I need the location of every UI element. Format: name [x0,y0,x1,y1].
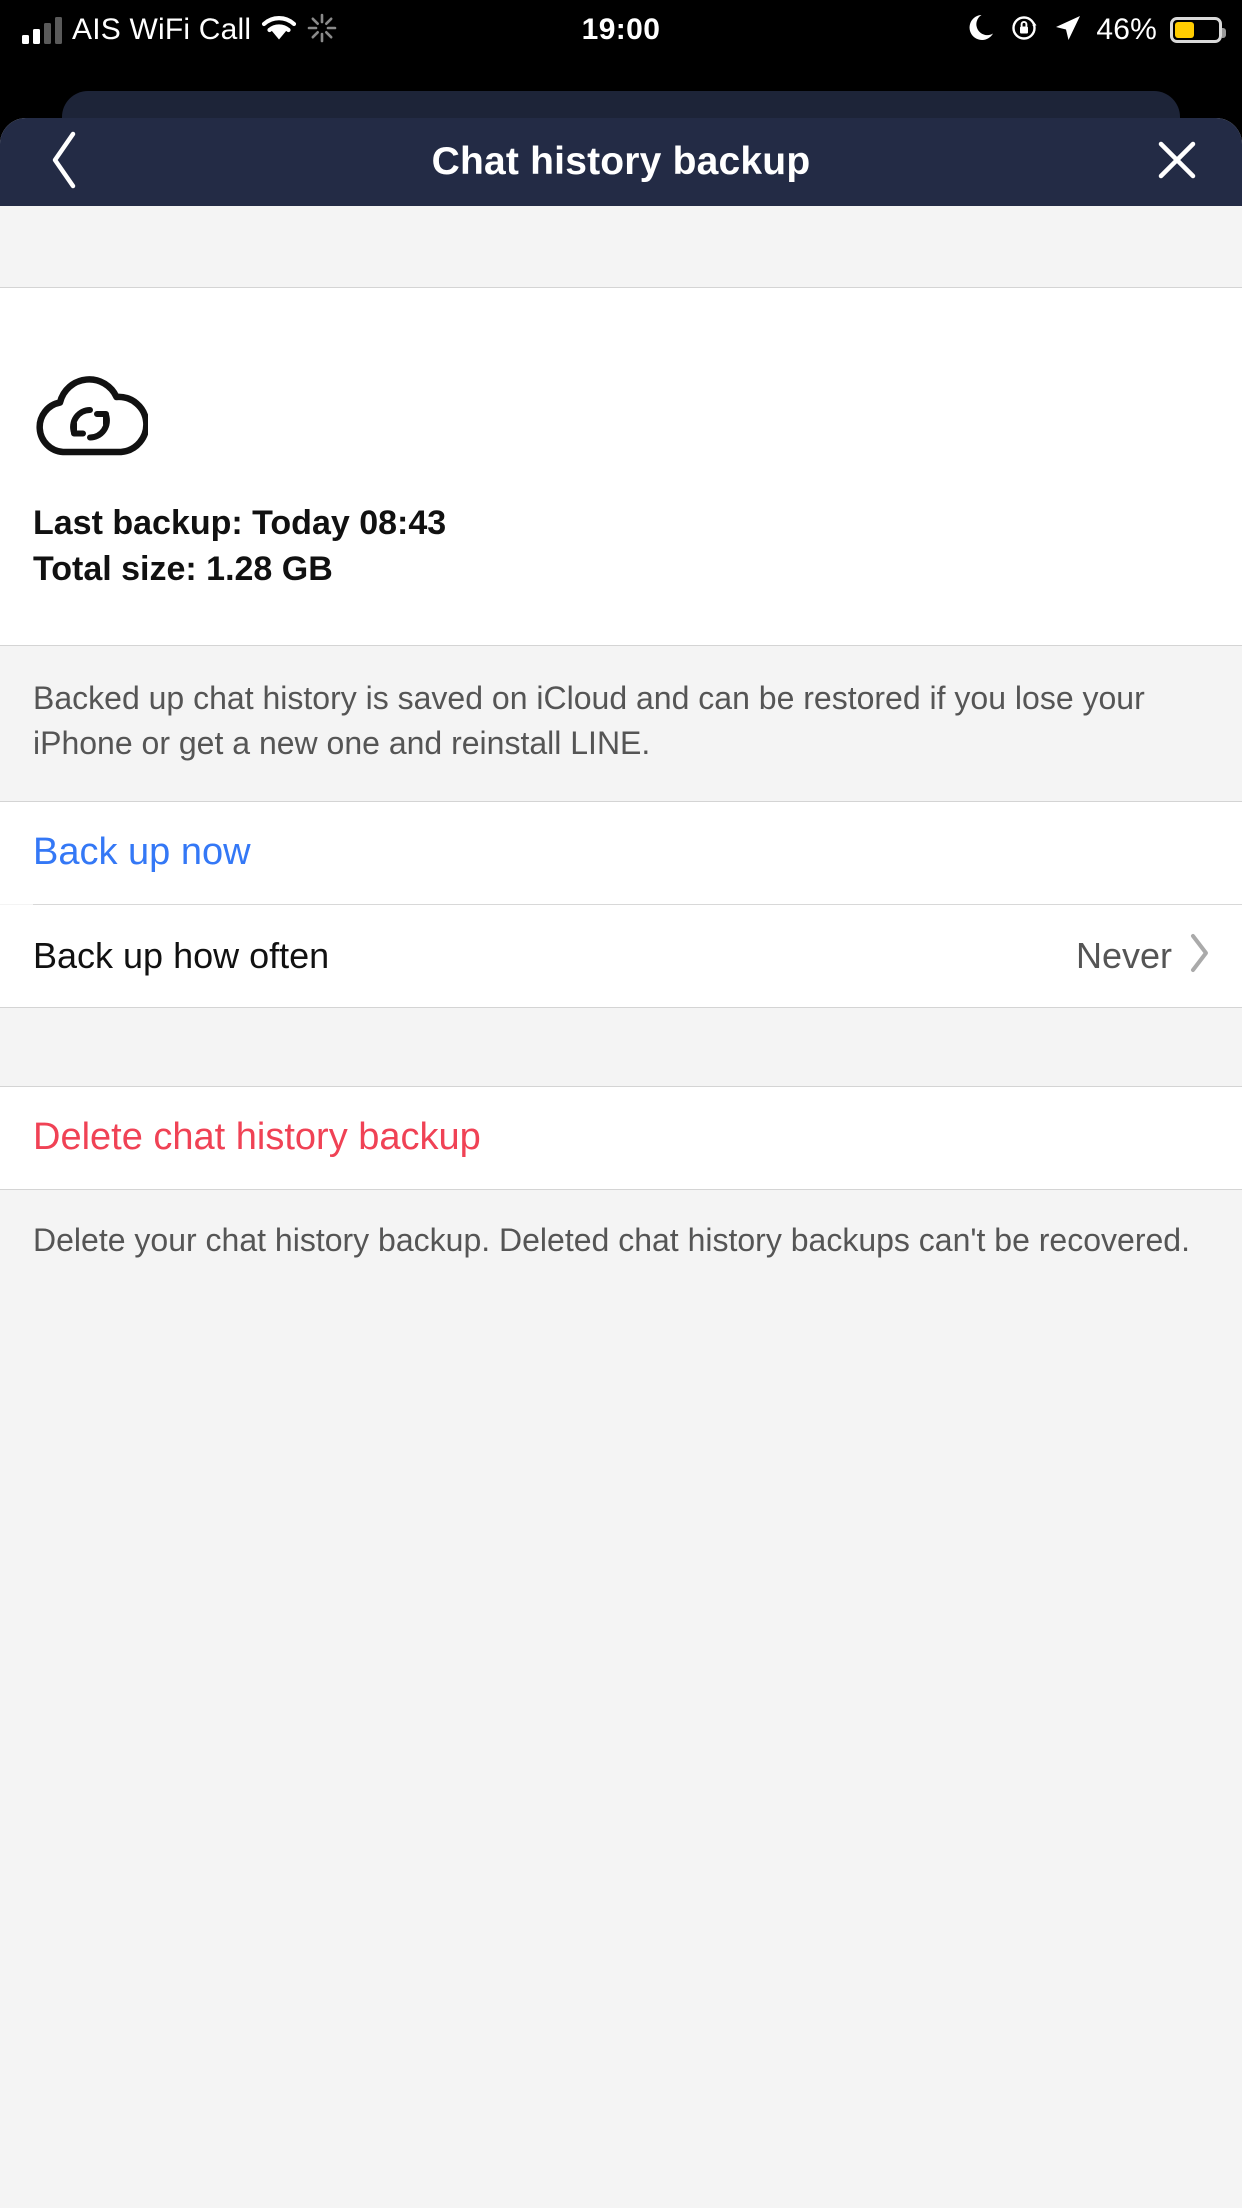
top-spacer [0,206,1242,288]
close-icon [1153,136,1201,189]
delete-description-text: Delete your chat history backup. Deleted… [33,1221,1190,1258]
rotation-lock-icon [1010,13,1040,48]
cloud-sync-icon [0,366,1242,463]
navigation-bar: Chat history backup [0,118,1242,206]
back-up-frequency-row[interactable]: Back up how often Never [0,904,1242,1007]
chevron-right-icon [1188,932,1212,979]
close-button[interactable] [1122,118,1232,206]
page-title: Chat history backup [431,140,811,183]
backup-description-section: Backed up chat history is saved on iClou… [0,644,1242,802]
delete-chat-history-backup-label: Delete chat history backup [33,1116,481,1159]
total-size-label: Total size: 1.28 GB [33,549,333,588]
battery-percent-label: 46% [1096,13,1157,46]
last-backup-label: Last backup: Today 08:43 [33,504,447,542]
moon-icon [969,13,997,48]
back-up-frequency-value: Never [1075,934,1172,976]
backup-info-section: Last backup: Today 08:43 Total size: 1.2… [0,288,1242,645]
back-up-now-label: Back up now [33,831,251,874]
back-button[interactable] [10,118,120,206]
clock-label: 19:00 [581,13,661,46]
delete-chat-history-backup-button[interactable]: Delete chat history backup [0,1086,1242,1189]
section-gap [0,1006,1242,1087]
back-up-now-button[interactable]: Back up now [0,801,1242,904]
back-up-frequency-label: Back up how often [33,934,330,976]
status-bar: AIS WiFi Call 19:00 46% [0,0,1242,60]
chevron-left-icon [45,129,85,196]
backup-description-text: Backed up chat history is saved on iClou… [33,679,1145,762]
chat-history-backup-sheet: Chat history backup Last backup: Today 0… [0,118,1242,2208]
actions-group: Back up now Back up how often Never [0,801,1242,1007]
battery-icon [1170,17,1226,43]
delete-description-section: Delete your chat history backup. Deleted… [0,1188,1242,1264]
location-arrow-icon [1053,13,1083,48]
status-bar-right: 46% [969,0,1226,60]
backup-info-text: Last backup: Today 08:43 Total size: 1.2… [0,463,1242,593]
back-up-frequency-value-group: Never [1076,932,1212,979]
